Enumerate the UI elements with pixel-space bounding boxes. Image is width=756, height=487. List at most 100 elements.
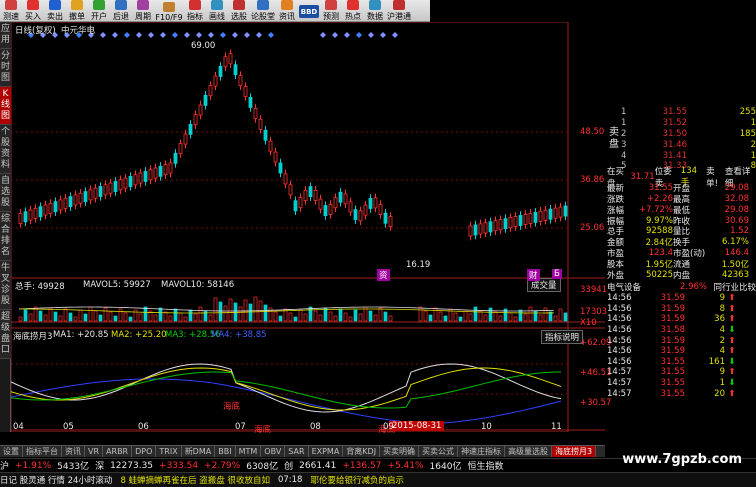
- toolbar-button-14[interactable]: 预测: [320, 0, 342, 22]
- tick-row[interactable]: 14:57 31.55 9 ⬆: [607, 367, 756, 378]
- tick-row[interactable]: 14:56 31.59 2 ⬆: [607, 335, 756, 346]
- toolbar-button-16[interactable]: 数据: [364, 0, 386, 22]
- stat-k1: 外盘: [607, 270, 625, 281]
- side-tab-1[interactable]: 分时图: [0, 49, 11, 87]
- toolbar-button-6[interactable]: 周期: [132, 0, 154, 22]
- volume-bar: [523, 313, 528, 322]
- toolbar-button-17[interactable]: 沪港通: [386, 0, 412, 22]
- toolbar-button-11[interactable]: 论股堂: [250, 0, 276, 22]
- indicator-tab[interactable]: 海底捞月3: [552, 446, 597, 457]
- indicator-tab[interactable]: SAR: [285, 446, 309, 457]
- volume-bar: [163, 311, 168, 322]
- toolbar-label: 指标: [187, 12, 203, 21]
- toolbar-button-3[interactable]: 撤单: [66, 0, 88, 22]
- side-tab-3[interactable]: 个股资料: [0, 125, 11, 174]
- status-ticker[interactable]: 8 蛙蝉摘蝉再雀在后 盗搬盘 很收放自如: [120, 474, 270, 486]
- volume-bar: [88, 306, 93, 322]
- side-tab-5[interactable]: 综合排名: [0, 212, 11, 261]
- tick-list[interactable]: 14:56 31.59 9 ⬆ 14:56 31.59 8 ⬆ 14:56 31.59 36 ⬆ 14:…: [607, 293, 756, 399]
- toolbar-button-4[interactable]: 开户: [88, 0, 110, 22]
- side-tab-0[interactable]: 应用: [0, 22, 11, 49]
- indicator-ma4-line: [11, 378, 562, 425]
- tick-row[interactable]: 14:56 31.59 36 ⬆: [607, 314, 756, 325]
- toolbar-button-13[interactable]: BBD: [298, 0, 320, 22]
- candle-body: [88, 189, 93, 201]
- tick-row[interactable]: 14:56 31.58 4 ⬇: [607, 325, 756, 336]
- sell-level[interactable]: 1 31.55 255: [621, 107, 756, 118]
- arrow-down-icon: ⬇: [728, 325, 736, 336]
- sell-level[interactable]: 4 31.41 1: [621, 150, 756, 161]
- indicator-tab[interactable]: TRIX: [156, 446, 182, 457]
- sell-level[interactable]: 1 31.52 1: [621, 118, 756, 129]
- indicator-tab[interactable]: 资讯: [62, 446, 85, 457]
- volume-bar: [498, 315, 503, 322]
- indicator-tab[interactable]: MTM: [236, 446, 262, 457]
- candle-body: [248, 97, 253, 108]
- tick-row[interactable]: 14:57 31.55 20 ⬆: [607, 388, 756, 399]
- candle-body: [148, 169, 153, 181]
- toolbar-button-10[interactable]: 选股: [228, 0, 250, 22]
- kline-chart-area[interactable]: 日线(复权) 中元华电 69.00 16.19 48.50 36.86 25.0…: [11, 22, 611, 435]
- toolbar-button-2[interactable]: 卖出: [44, 0, 66, 22]
- candle-body: [498, 219, 503, 231]
- toolbar-button-15[interactable]: 热点: [342, 0, 364, 22]
- toolbar-button-1[interactable]: 买入: [22, 0, 44, 22]
- side-tab-6[interactable]: 牛叉诊股: [0, 261, 11, 310]
- volume-bar: [428, 314, 433, 322]
- tick-price: 31.59: [660, 335, 685, 346]
- sell-level[interactable]: 2 31.50 185: [621, 129, 756, 140]
- tick-row[interactable]: 14:57 31.55 1 ⬇: [607, 378, 756, 389]
- toolbar-button-12[interactable]: 资讯: [276, 0, 298, 22]
- forecast-icon: [325, 0, 337, 10]
- indicator-tab[interactable]: DPO: [132, 446, 157, 457]
- stat-v2: 29.08: [724, 204, 749, 215]
- sell-side-label: 卖盘: [609, 127, 619, 151]
- candle-body: [63, 197, 68, 209]
- indicator-tab[interactable]: 新DMA: [182, 446, 216, 457]
- volume-bar: [153, 314, 158, 322]
- toolbar-label: F10/F9: [155, 13, 183, 22]
- tick-time: 14:56: [607, 356, 632, 367]
- indicator-tab[interactable]: 背离KDJ: [343, 446, 381, 457]
- toolbar-label: 卖出: [47, 12, 63, 21]
- indicator-tab[interactable]: ARBR: [103, 446, 133, 457]
- indicator-help-button[interactable]: 指标说明: [541, 330, 584, 344]
- sell-level[interactable]: 3 31.46 2: [621, 139, 756, 150]
- news-badge-1[interactable]: 资: [377, 269, 390, 281]
- indicator-tab[interactable]: OBV: [261, 446, 286, 457]
- toolbar-button-5[interactable]: 后退: [110, 0, 132, 22]
- tick-price: 31.55: [660, 378, 685, 388]
- kline-chart[interactable]: [11, 22, 605, 432]
- toolbar-button-8[interactable]: 指标: [184, 0, 206, 22]
- status-left[interactable]: 日记 股灵通 行情 24小时滚动: [0, 474, 112, 486]
- indicator-tab[interactable]: 买卖公式: [419, 446, 459, 457]
- indicator-tab[interactable]: VR: [85, 446, 104, 457]
- side-tab-2[interactable]: K线图: [0, 87, 11, 125]
- toolbar-button-0[interactable]: 测速: [0, 0, 22, 22]
- indicator-tab[interactable]: 买卖明确: [380, 446, 420, 457]
- indicator-tab[interactable]: 高级量选股: [505, 446, 553, 457]
- status-news[interactable]: 耶伦要给银行减负的启示: [310, 474, 404, 486]
- tick-row[interactable]: 14:56 31.59 9 ⬆: [607, 293, 756, 304]
- tick-row[interactable]: 14:56 31.59 8 ⬆: [607, 304, 756, 315]
- tick-row[interactable]: 14:56 31.59 4 ⬆: [607, 346, 756, 357]
- toolbar-button-9[interactable]: 画线: [206, 0, 228, 22]
- volume-bar: [48, 307, 53, 322]
- indicator-tab[interactable]: 指标平台: [23, 446, 62, 457]
- news-badge-2[interactable]: 财: [527, 269, 540, 281]
- arrow-up-icon: ⬆: [728, 388, 736, 399]
- side-tab-4[interactable]: 自选股: [0, 174, 11, 212]
- indicator-tab[interactable]: BBI: [215, 446, 236, 457]
- candle-body: [33, 207, 38, 219]
- news-badge-3[interactable]: Б: [552, 269, 562, 279]
- data-icon: [369, 0, 381, 10]
- candle-body: [308, 186, 313, 198]
- side-tab-label: 自选股: [1, 176, 11, 208]
- indicator-tab[interactable]: 设置: [0, 446, 23, 457]
- candle-body: [338, 191, 343, 203]
- toolbar-button-7[interactable]: F10/F9: [154, 0, 184, 22]
- side-tab-7[interactable]: 超级盘口: [0, 310, 11, 359]
- indicator-tab[interactable]: 神速庄指标: [458, 446, 506, 457]
- tick-row[interactable]: 14:56 31.55 161 ⬇: [607, 357, 756, 368]
- indicator-tab[interactable]: EXPMA: [309, 446, 344, 457]
